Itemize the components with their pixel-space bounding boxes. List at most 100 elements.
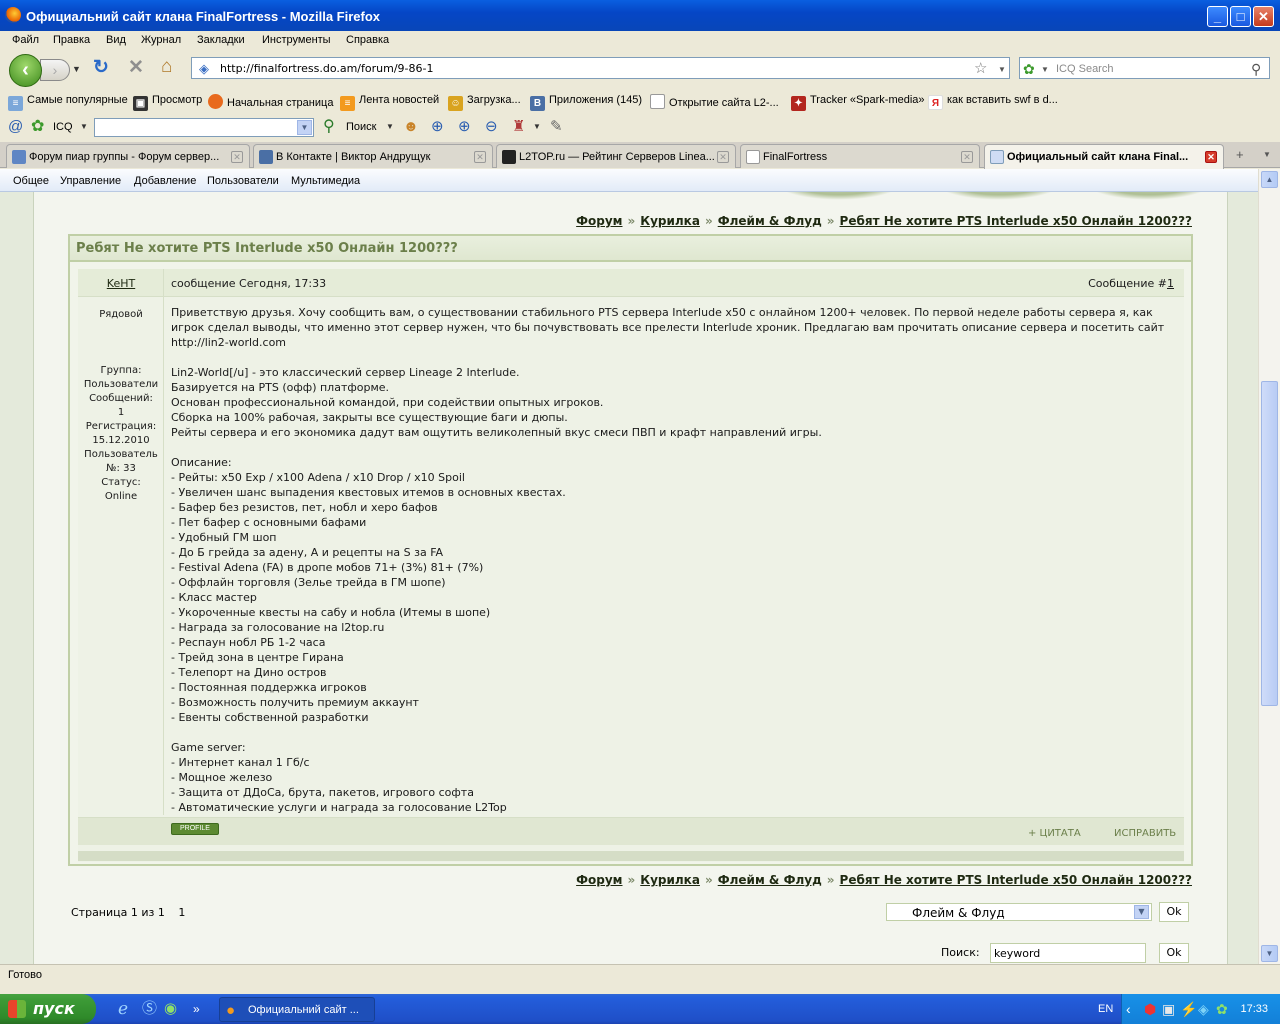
forum-search-input[interactable]: keyword bbox=[990, 943, 1146, 963]
forum-jump-ok-button[interactable]: Ok bbox=[1159, 902, 1189, 922]
history-dropdown-icon[interactable]: ▼ bbox=[72, 59, 81, 79]
tab-vkontakte[interactable]: В Контакте | Виктор Андрущук ✕ bbox=[253, 144, 493, 168]
breadcrumb-forum[interactable]: Форум bbox=[576, 873, 622, 887]
post-number-link[interactable]: 1 bbox=[1167, 277, 1174, 290]
joystick-dropdown-icon[interactable]: ▼ bbox=[533, 117, 541, 137]
admin-general[interactable]: Общее bbox=[13, 175, 49, 187]
at-icon[interactable]: @ bbox=[8, 117, 23, 137]
tab-close-icon[interactable]: ✕ bbox=[961, 151, 973, 163]
tab-list-icon[interactable]: ▼ bbox=[1263, 145, 1271, 165]
start-button[interactable]: пуск bbox=[0, 994, 96, 1024]
forward-button[interactable]: › bbox=[40, 59, 70, 81]
search-icon[interactable]: ⚲ bbox=[323, 117, 335, 137]
volume-icon[interactable]: ◈ bbox=[1198, 999, 1209, 1019]
menu-view[interactable]: Вид bbox=[106, 34, 126, 46]
close-button[interactable]: ✕ bbox=[1253, 6, 1274, 27]
bookmark-preview[interactable]: ▣ Просмотр bbox=[133, 94, 202, 111]
pagination-current[interactable]: 1 bbox=[178, 906, 185, 919]
forum-search-ok-button[interactable]: Ok bbox=[1159, 943, 1189, 963]
breadcrumb-flood[interactable]: Флейм & Флуд bbox=[718, 873, 822, 887]
icq-search-combo[interactable]: ▼ bbox=[94, 118, 314, 137]
admin-multimedia[interactable]: Мультимедиа bbox=[291, 175, 360, 187]
new-tab-icon[interactable]: + bbox=[1236, 145, 1244, 165]
bookmark-most-visited[interactable]: ≡ Самые популярные bbox=[8, 94, 128, 111]
menu-file[interactable]: Файл bbox=[12, 34, 39, 46]
tab-l2top[interactable]: L2TOP.ru — Рейтинг Серверов Linea... ✕ bbox=[496, 144, 736, 168]
tab-finalfortress[interactable]: FinalFortress ✕ bbox=[740, 144, 980, 168]
chevron-down-icon[interactable]: ▼ bbox=[1134, 905, 1149, 919]
reload-icon[interactable]: ↻ bbox=[93, 58, 109, 78]
icq-label[interactable]: ICQ bbox=[53, 121, 73, 133]
scroll-up-arrow[interactable]: ▲ bbox=[1261, 171, 1278, 188]
zoom-icon[interactable]: ⊕ bbox=[431, 117, 444, 137]
forum-jump-select[interactable]: Флейм & Флуд ▼ bbox=[886, 903, 1152, 921]
breadcrumb-kurilka[interactable]: Курилка bbox=[640, 873, 700, 887]
combo-dropdown-icon[interactable]: ▼ bbox=[297, 120, 312, 135]
tab-close-icon[interactable]: ✕ bbox=[717, 151, 729, 163]
taskbar-firefox-item[interactable]: ● Официальний сайт ... bbox=[219, 997, 375, 1022]
admin-users[interactable]: Пользователи bbox=[207, 175, 279, 187]
bookmark-l2-site[interactable]: Открытие сайта L2-... bbox=[650, 94, 779, 109]
tab-close-icon[interactable]: ✕ bbox=[474, 151, 486, 163]
quote-button[interactable]: + ЦИТАТА bbox=[1028, 828, 1081, 839]
quicklaunch-chevron-icon[interactable]: » bbox=[193, 999, 200, 1019]
admin-add[interactable]: Добавление bbox=[134, 175, 196, 187]
breadcrumb-thread[interactable]: Ребят Не хотите PTS Interlude x50 Онлайн… bbox=[840, 873, 1192, 887]
menu-tools[interactable]: Инструменты bbox=[262, 34, 331, 46]
url-bar[interactable]: ◈ http://finalfortress.do.am/forum/9-86-… bbox=[191, 57, 1010, 79]
admin-management[interactable]: Управление bbox=[60, 175, 121, 187]
tray-collapse-icon[interactable]: ‹ bbox=[1126, 999, 1131, 1019]
zoom-in-icon[interactable]: ⊕ bbox=[458, 117, 471, 137]
scroll-thumb[interactable] bbox=[1261, 381, 1278, 706]
tab-clan-official[interactable]: Официальный сайт клана Final... ✕ bbox=[984, 144, 1224, 169]
icq-dropdown-icon[interactable]: ▼ bbox=[80, 117, 88, 137]
tab-close-icon[interactable]: ✕ bbox=[231, 151, 243, 163]
icq-flower-icon[interactable]: ✿ bbox=[31, 117, 44, 137]
icq-tray-icon[interactable]: ✿ bbox=[1216, 999, 1228, 1019]
bookmark-start-page[interactable]: Начальная страница bbox=[208, 94, 333, 109]
network-icon[interactable]: ▣ bbox=[1162, 999, 1175, 1019]
stop-icon[interactable]: ✕ bbox=[128, 58, 144, 78]
breadcrumb-forum[interactable]: Форум bbox=[576, 214, 622, 228]
menu-bookmarks[interactable]: Закладки bbox=[197, 34, 245, 46]
contacts-icon[interactable]: ☻ bbox=[403, 117, 419, 137]
profile-button[interactable]: PROFILE bbox=[171, 823, 219, 835]
breadcrumb-kurilka[interactable]: Курилка bbox=[640, 214, 700, 228]
tab-forum-pr[interactable]: Форум пиар группы - Форум сервер... ✕ bbox=[6, 144, 250, 168]
site-identity-icon[interactable]: ◈ bbox=[199, 59, 209, 79]
icq-search-button[interactable]: Поиск bbox=[346, 121, 376, 133]
bookmark-news-feed[interactable]: ≡ Лента новостей bbox=[340, 94, 439, 111]
ie-icon[interactable]: ℯ bbox=[118, 999, 128, 1019]
edit-button[interactable]: ИСПРАВИТЬ bbox=[1114, 828, 1176, 839]
search-box[interactable]: ✿ ▼ ICQ Search ⚲ bbox=[1019, 57, 1270, 79]
menu-edit[interactable]: Правка bbox=[53, 34, 90, 46]
search-icon[interactable]: ⚲ bbox=[1251, 59, 1261, 79]
back-button[interactable]: ‹ bbox=[9, 54, 42, 87]
bookmark-apps[interactable]: B Приложения (145) bbox=[530, 94, 642, 111]
search-dropdown-icon[interactable]: ▼ bbox=[386, 117, 394, 137]
breadcrumb-flood[interactable]: Флейм & Флуд bbox=[718, 214, 822, 228]
breadcrumb-thread[interactable]: Ребят Не хотите PTS Interlude x50 Онлайн… bbox=[840, 214, 1192, 228]
url-dropdown-icon[interactable]: ▼ bbox=[998, 60, 1006, 80]
icq-flower-icon[interactable]: ✿ bbox=[1023, 59, 1035, 79]
joystick-icon[interactable]: ♜ bbox=[512, 117, 525, 137]
bookmark-swf[interactable]: Якак вставить swf в d... bbox=[928, 94, 1058, 110]
bookmark-tracker[interactable]: ✦ Tracker «Spark-media» bbox=[791, 94, 925, 111]
menu-history[interactable]: Журнал bbox=[141, 34, 181, 46]
utorrent-icon[interactable]: ◉ bbox=[164, 999, 177, 1019]
adobe-icon[interactable]: ⬢ bbox=[1144, 999, 1156, 1019]
vertical-scrollbar[interactable]: ▲ ▼ bbox=[1258, 169, 1280, 964]
minimize-button[interactable]: _ bbox=[1207, 6, 1228, 27]
search-engine-dropdown-icon[interactable]: ▼ bbox=[1041, 60, 1049, 80]
maximize-button[interactable]: □ bbox=[1230, 6, 1251, 27]
language-indicator[interactable]: EN bbox=[1098, 1003, 1113, 1015]
tab-close-icon[interactable]: ✕ bbox=[1205, 151, 1217, 163]
zoom-out-icon[interactable]: ⊖ bbox=[485, 117, 498, 137]
safely-remove-icon[interactable]: ⚡ bbox=[1180, 999, 1197, 1019]
skype-icon[interactable]: Ⓢ bbox=[142, 999, 157, 1019]
bookmark-loading[interactable]: ☺ Загрузка... bbox=[448, 94, 521, 111]
pen-icon[interactable]: ✎ bbox=[550, 117, 563, 137]
home-icon[interactable]: ⌂ bbox=[161, 57, 172, 77]
bookmark-star-icon[interactable]: ☆ bbox=[974, 59, 987, 79]
menu-help[interactable]: Справка bbox=[346, 34, 389, 46]
